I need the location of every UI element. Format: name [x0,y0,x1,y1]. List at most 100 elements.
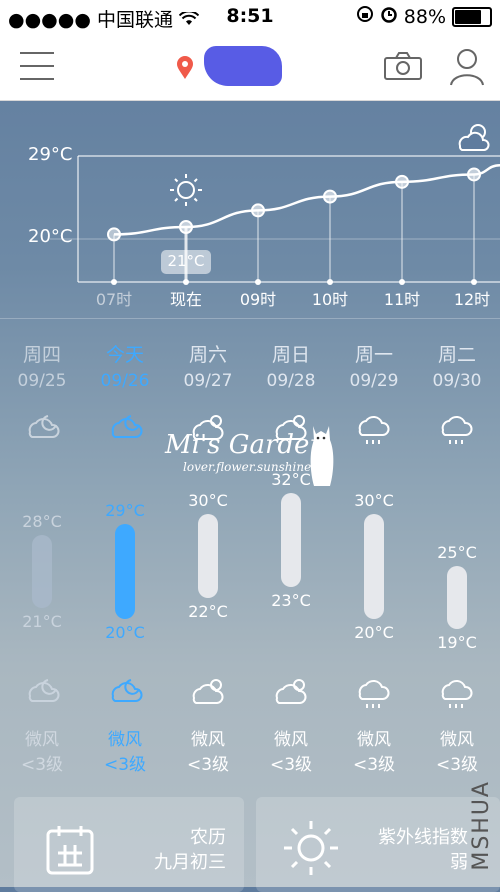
wind-desc: 微风 [191,730,225,750]
wind-info: 微风 <3级 [2,728,82,778]
day-date: 09/30 [432,371,482,391]
hour-temp-point [107,227,121,242]
rotation-lock-icon [356,5,374,28]
hour-temp-point [179,220,193,235]
menu-icon[interactable] [20,52,54,80]
wind-level: <3级 [435,755,479,775]
day-date: 09/28 [266,371,316,391]
partly-cloudy-icon [271,674,311,718]
wind-level: <3级 [352,755,396,775]
hour-temp-point [395,174,409,189]
rain-icon [437,410,477,454]
hour-label: 10时 [311,290,349,309]
status-right: 88% [356,5,492,28]
calendar-icon [46,825,94,879]
location-pin-icon[interactable] [176,56,194,84]
low-temp: 20°C [105,622,145,642]
high-temp: 30°C [188,490,228,510]
wind-level: <3级 [103,755,147,775]
user-icon[interactable] [450,48,484,90]
current-temp-bubble: 21°C [167,252,205,270]
day-name: 周四 [22,344,61,366]
wind-info: 微风 <3级 [85,728,165,778]
wind-desc: 微风 [108,730,142,750]
uv-index-card[interactable]: 紫外线指数 弱 [256,797,500,892]
cloudy-night-icon [105,674,145,718]
low-temp: 22°C [188,601,228,621]
temp-range-bar [364,513,384,619]
wind-desc: 微风 [357,730,391,750]
wind-info: 微风 <3级 [417,728,497,778]
side-watermark: MSHUA [469,780,494,871]
day-name: 周六 [188,344,227,366]
day-date: 09/27 [183,371,233,391]
high-temp: 30°C [354,490,394,510]
high-temp: 25°C [437,543,477,563]
day-name: 今天 [105,344,144,366]
lunar-calendar-card[interactable]: 农历 九月初三 [14,797,244,892]
alarm-icon [380,5,398,28]
wind-desc: 微风 [440,730,474,750]
hour-label: 12时 [453,290,491,309]
hour-axis-dot [327,279,333,285]
day-name: 周日 [271,344,310,366]
cloudy-night-icon [22,410,62,454]
day-column[interactable]: 今天 09/26 [85,340,165,391]
day-column[interactable]: 周日 09/28 [251,340,331,391]
temp-range-bar [198,513,218,598]
hour-label: 11时 [383,290,421,309]
cat-icon [307,420,337,494]
partly-cloudy-icon [188,674,228,718]
section-divider [0,318,500,319]
hour-temp-point [467,167,481,182]
high-temp: 29°C [105,501,145,521]
day-name: 周一 [354,344,393,366]
app-header [0,34,500,101]
day-column[interactable]: 周六 09/27 [168,340,248,391]
wind-info: 微风 <3级 [168,728,248,778]
cloudy-night-icon [105,410,145,454]
hour-temp-point [251,203,265,218]
low-temp: 23°C [271,591,311,611]
temp-range-bar [115,524,135,619]
hour-label: 09时 [239,290,277,309]
high-temp: 28°C [22,511,62,531]
wind-info: 微风 <3级 [334,728,414,778]
wind-level: <3级 [20,755,64,775]
temp-axis-low: 20°C [28,226,73,247]
temp-axis-high: 29°C [28,144,73,165]
wind-desc: 微风 [274,730,308,750]
lunar-date: 九月初三 [154,852,226,873]
sun-icon [170,174,202,206]
watermark-title: Mi's Garden [165,430,327,460]
temp-range-bar [32,534,52,609]
low-temp: 20°C [354,622,394,642]
location-name-redacted[interactable] [204,46,282,86]
day-name: 周二 [437,344,476,366]
hour-axis-dot [183,279,189,285]
day-date: 09/25 [17,371,67,391]
low-temp: 21°C [22,612,62,632]
day-date: 09/29 [349,371,399,391]
day-column[interactable]: 周四 09/25 [2,340,82,391]
watermark-subtitle: lover.flower.sunshine [183,460,312,474]
day-column[interactable]: 周二 09/30 [417,340,497,391]
status-bar: ●●●●● 中国联通 8:51 88% [0,0,500,34]
day-column[interactable]: 周一 09/29 [334,340,414,391]
partly-cloudy-icon [458,124,490,151]
camera-icon[interactable] [384,52,422,84]
hour-axis-dot [255,279,261,285]
cloudy-night-icon [22,674,62,718]
watermark: Mi's Garden lover.flower.sunshine [165,426,334,486]
rain-icon [354,674,394,718]
rain-icon [354,410,394,454]
battery-percent: 88% [403,5,446,28]
hour-axis-dot [111,279,117,285]
battery-icon [452,6,492,27]
wind-level: <3级 [186,755,230,775]
wind-level: <3级 [269,755,313,775]
hour-temp-point [323,189,337,204]
hour-label: 07时 [95,290,133,309]
hour-label: 现在 [169,290,202,309]
uv-value: 弱 [450,852,468,873]
